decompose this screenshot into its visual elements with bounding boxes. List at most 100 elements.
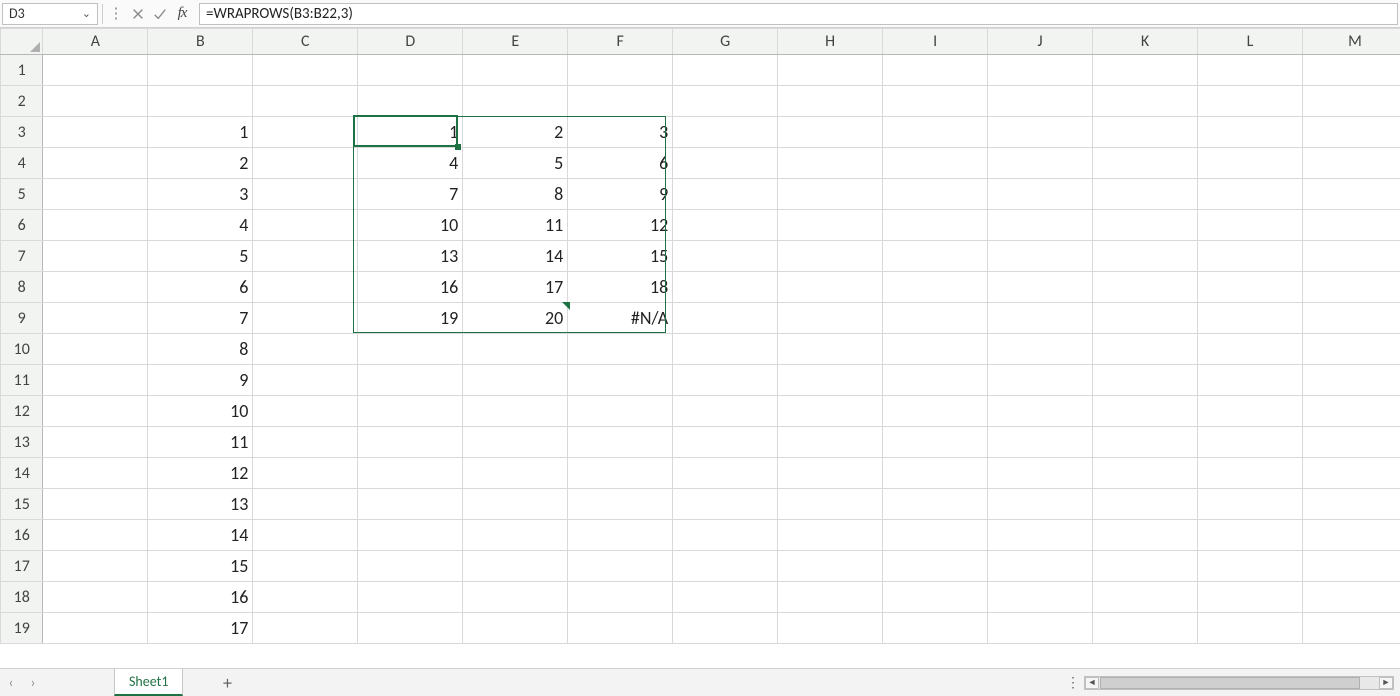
cell[interactable]	[1303, 55, 1400, 86]
cell[interactable]	[883, 365, 988, 396]
cell[interactable]: 17	[148, 613, 253, 644]
cell[interactable]	[988, 489, 1093, 520]
cell[interactable]: 12	[568, 210, 673, 241]
cell[interactable]	[1093, 117, 1198, 148]
cell[interactable]	[463, 582, 568, 613]
cell[interactable]	[253, 396, 358, 427]
cell[interactable]	[778, 303, 883, 334]
cell[interactable]	[883, 334, 988, 365]
cell[interactable]	[43, 179, 148, 210]
column-header[interactable]: G	[673, 29, 778, 55]
cell[interactable]	[988, 241, 1093, 272]
cell[interactable]	[1198, 179, 1303, 210]
cell[interactable]	[43, 582, 148, 613]
cell[interactable]	[988, 365, 1093, 396]
cell[interactable]	[568, 489, 673, 520]
cell[interactable]	[1093, 458, 1198, 489]
cell[interactable]	[358, 551, 463, 582]
cell[interactable]: 3	[568, 117, 673, 148]
row-header[interactable]: 5	[1, 179, 43, 210]
cell[interactable]	[1093, 241, 1198, 272]
cell[interactable]	[988, 272, 1093, 303]
cell[interactable]	[778, 55, 883, 86]
cell[interactable]	[1093, 86, 1198, 117]
row-header[interactable]: 11	[1, 365, 43, 396]
cell[interactable]	[1303, 520, 1400, 551]
cell[interactable]: 8	[463, 179, 568, 210]
cell[interactable]: 10	[148, 396, 253, 427]
cell[interactable]	[43, 334, 148, 365]
cell[interactable]	[673, 272, 778, 303]
cell[interactable]	[778, 117, 883, 148]
cell[interactable]	[43, 489, 148, 520]
cell[interactable]	[1303, 179, 1400, 210]
cell[interactable]	[43, 272, 148, 303]
cell[interactable]	[1093, 489, 1198, 520]
cell[interactable]	[1093, 427, 1198, 458]
cell[interactable]	[778, 179, 883, 210]
cell[interactable]	[1303, 148, 1400, 179]
cell[interactable]: 9	[568, 179, 673, 210]
cell[interactable]	[883, 55, 988, 86]
row-header[interactable]: 4	[1, 148, 43, 179]
cell[interactable]: 3	[148, 179, 253, 210]
cell[interactable]: 16	[148, 582, 253, 613]
cell[interactable]	[1198, 551, 1303, 582]
scroll-left-icon[interactable]: ◄	[1085, 677, 1099, 689]
cell[interactable]	[43, 241, 148, 272]
scroll-thumb[interactable]	[1100, 677, 1360, 689]
cell[interactable]	[43, 148, 148, 179]
cell[interactable]	[568, 427, 673, 458]
cell[interactable]	[43, 303, 148, 334]
cell[interactable]	[463, 489, 568, 520]
cell[interactable]	[463, 365, 568, 396]
cell[interactable]	[253, 582, 358, 613]
cell[interactable]: #N/A	[568, 303, 673, 334]
cell[interactable]: 13	[148, 489, 253, 520]
cell[interactable]	[883, 489, 988, 520]
cell[interactable]	[1093, 334, 1198, 365]
cell[interactable]	[358, 520, 463, 551]
cell[interactable]	[358, 613, 463, 644]
column-header[interactable]: A	[43, 29, 148, 55]
cell[interactable]	[1093, 55, 1198, 86]
column-header[interactable]: J	[988, 29, 1093, 55]
cell[interactable]	[43, 117, 148, 148]
cell[interactable]	[253, 86, 358, 117]
cell[interactable]	[463, 551, 568, 582]
cell[interactable]	[1198, 303, 1303, 334]
cell[interactable]	[358, 55, 463, 86]
cell[interactable]	[1093, 396, 1198, 427]
cell[interactable]	[1303, 458, 1400, 489]
cell[interactable]	[988, 427, 1093, 458]
cell[interactable]: 1	[148, 117, 253, 148]
cell[interactable]	[778, 86, 883, 117]
cell[interactable]	[1303, 396, 1400, 427]
cell[interactable]: 17	[463, 272, 568, 303]
cell[interactable]	[253, 613, 358, 644]
cell[interactable]	[988, 551, 1093, 582]
cell[interactable]	[1198, 458, 1303, 489]
cell[interactable]	[673, 148, 778, 179]
cell[interactable]	[1198, 241, 1303, 272]
cell[interactable]	[673, 334, 778, 365]
cell[interactable]	[1303, 582, 1400, 613]
cell[interactable]	[673, 55, 778, 86]
row-header[interactable]: 1	[1, 55, 43, 86]
cell[interactable]	[1198, 365, 1303, 396]
cell[interactable]: 1	[358, 117, 463, 148]
cell[interactable]	[1303, 86, 1400, 117]
cell[interactable]	[1303, 427, 1400, 458]
cell[interactable]	[463, 396, 568, 427]
cell[interactable]	[1198, 489, 1303, 520]
tab-options-icon[interactable]: ⋮	[1064, 674, 1082, 691]
cell[interactable]: 10	[358, 210, 463, 241]
spreadsheet-grid[interactable]: ABCDEFGHIJKLM 12311234245653789641011127…	[0, 28, 1400, 668]
cell[interactable]	[883, 241, 988, 272]
cell[interactable]	[778, 241, 883, 272]
cell[interactable]	[1093, 272, 1198, 303]
cell[interactable]	[1198, 272, 1303, 303]
cell[interactable]: 14	[463, 241, 568, 272]
cell[interactable]	[43, 396, 148, 427]
cell[interactable]	[463, 613, 568, 644]
